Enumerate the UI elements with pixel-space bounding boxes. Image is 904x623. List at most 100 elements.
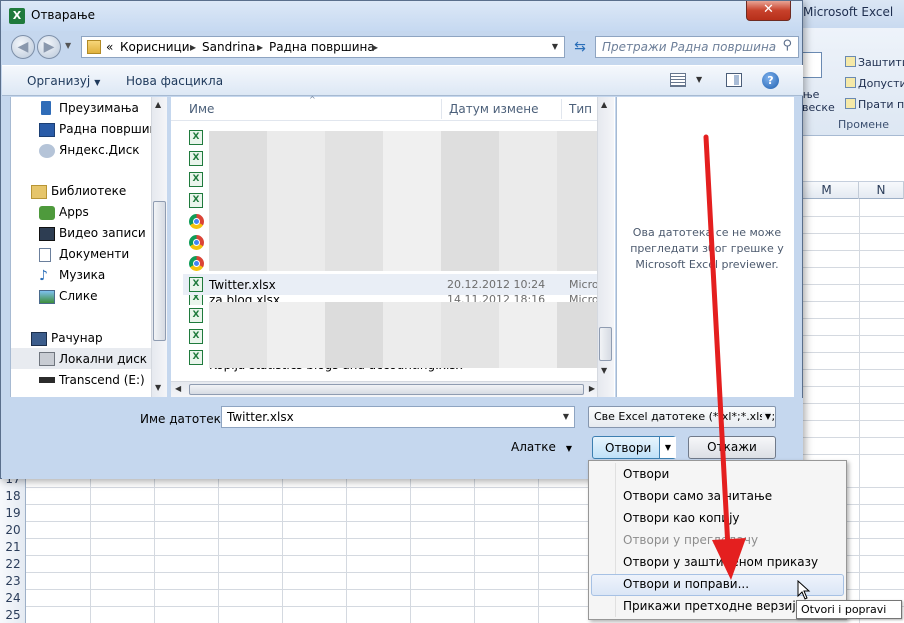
row-header[interactable]: 25	[0, 607, 26, 623]
column-header-m[interactable]: M	[795, 182, 859, 199]
breadcrumb-separator: ▸	[372, 40, 379, 54]
music-icon: ♪	[39, 268, 48, 284]
breadcrumb-user[interactable]: Sandrina	[202, 40, 255, 54]
open-label: Отвори	[605, 441, 652, 455]
scrollbar-thumb[interactable]	[599, 327, 612, 361]
scroll-right-arrow[interactable]: ▶	[589, 384, 595, 393]
column-header-date[interactable]: Датум измене	[449, 102, 539, 116]
column-separator[interactable]	[561, 99, 562, 119]
row-header[interactable]: 23	[0, 573, 26, 590]
search-placeholder: Претражи Радна површина	[602, 40, 777, 54]
horizontal-scrollbar[interactable]: ◀ ▶	[171, 381, 597, 397]
drive-icon	[39, 352, 55, 366]
excel-file-icon: X	[189, 329, 203, 344]
excel-file-icon: X	[189, 277, 203, 292]
redacted-area	[209, 131, 614, 271]
ribbon-protect-label: Заштити	[858, 56, 904, 69]
ribbon-track[interactable]: Прати п	[845, 98, 904, 111]
navigation-scrollbar[interactable]: ▲ ▼	[151, 97, 167, 397]
menu-item-open[interactable]: Отвори	[591, 464, 844, 486]
grid-line	[795, 284, 904, 285]
dialog-title: Отварање	[31, 8, 95, 22]
new-folder-button[interactable]: Нова фасцикла	[126, 74, 223, 88]
column-header-type[interactable]: Тип	[569, 102, 592, 116]
forward-button[interactable]: ▶	[37, 35, 61, 59]
preview-pane-icon[interactable]	[726, 73, 742, 87]
scroll-up-arrow[interactable]: ▲	[155, 100, 161, 109]
menu-item-open-as-copy[interactable]: Отвори као копију	[591, 508, 844, 530]
grid-line	[795, 403, 904, 404]
view-list-icon[interactable]	[670, 73, 686, 87]
cancel-button[interactable]: Откажи	[688, 436, 776, 459]
excel-file-icon: X	[189, 295, 203, 305]
scroll-up-arrow[interactable]: ▲	[601, 100, 607, 109]
row-header[interactable]: 21	[0, 539, 26, 556]
formula-area	[795, 136, 904, 182]
recent-locations-dropdown[interactable]: ▼	[65, 41, 71, 50]
open-options-dropdown[interactable]: ▼	[659, 437, 676, 458]
nav-item-label: Рачунар	[51, 331, 103, 345]
desktop-icon	[39, 123, 55, 137]
share-workbook-icon[interactable]	[800, 52, 822, 78]
organize-button[interactable]: Организуј ▼	[27, 74, 100, 88]
back-button[interactable]: ◀	[11, 35, 35, 59]
refresh-button[interactable]: ⇆	[569, 36, 591, 58]
grid-line	[795, 437, 904, 438]
chevron-down-icon[interactable]: ▼	[563, 412, 569, 421]
row-header[interactable]: 19	[0, 505, 26, 522]
column-header-n[interactable]: N	[859, 182, 904, 199]
open-button[interactable]: Отвори ▼	[592, 436, 676, 459]
tools-button[interactable]: Алатке ▼	[511, 440, 572, 454]
address-dropdown[interactable]: ▼	[552, 42, 558, 51]
mouse-cursor-icon	[797, 580, 811, 600]
menu-item-open-read-only[interactable]: Отвори само за читање	[591, 486, 844, 508]
breadcrumb-overflow[interactable]: «	[106, 40, 113, 54]
filename-label: Име датотеке:	[140, 412, 233, 426]
dialog-titlebar[interactable]: X Отварање ✕	[1, 1, 802, 31]
ribbon-protect[interactable]: Заштити	[845, 56, 904, 69]
yandex-disk-icon	[39, 144, 55, 158]
grid-line	[859, 199, 860, 623]
file-name: Twitter.xlsx	[209, 278, 276, 292]
row-header[interactable]: 20	[0, 522, 26, 539]
close-button[interactable]: ✕	[746, 1, 791, 21]
usb-drive-icon	[39, 377, 55, 383]
file-type-select[interactable]: Све Excel датотеке (*.xl*;*.xlsx;* ▼	[588, 406, 776, 428]
hscrollbar-thumb[interactable]	[189, 384, 584, 395]
scrollbar-thumb[interactable]	[153, 201, 166, 341]
excel-app-icon: X	[9, 8, 25, 24]
grid-line	[795, 335, 904, 336]
search-input[interactable]: Претражи Радна површина ⚲	[595, 36, 799, 58]
ribbon-allow[interactable]: Допусти	[845, 77, 904, 90]
menu-item-open-protected-view[interactable]: Отвори у заштићеном приказу	[591, 552, 844, 574]
breadcrumb-desktop[interactable]: Радна површина	[269, 40, 375, 54]
file-row-selected[interactable]: X Twitter.xlsx 20.12.2012 10:24 Micro	[183, 274, 601, 295]
downloads-icon	[41, 101, 51, 115]
breadcrumb-users[interactable]: Корисници	[120, 40, 190, 54]
address-bar[interactable]: « Корисници ▸ Sandrina ▸ Радна површина …	[81, 36, 565, 58]
redacted-area	[209, 302, 614, 368]
filename-input[interactable]: Twitter.xlsx ▼	[221, 406, 575, 428]
excel-title: Microsoft Excel	[803, 5, 894, 19]
refresh-icon: ⇆	[574, 39, 586, 55]
column-header-name[interactable]: Име	[189, 102, 214, 116]
scroll-left-arrow[interactable]: ◀	[175, 384, 181, 393]
help-icon[interactable]: ?	[762, 72, 779, 89]
view-options-dropdown[interactable]: ▼	[696, 75, 702, 84]
row-header[interactable]: 22	[0, 556, 26, 573]
scroll-down-arrow[interactable]: ▼	[155, 383, 161, 392]
grid-line	[795, 352, 904, 353]
grid-line	[795, 318, 904, 319]
grid-line	[795, 420, 904, 421]
computer-icon	[31, 332, 47, 346]
libraries-icon	[31, 185, 47, 199]
row-header[interactable]: 18	[0, 488, 26, 505]
track-changes-icon	[845, 98, 856, 109]
file-list-scrollbar[interactable]: ▲ ▼	[597, 97, 614, 397]
column-separator[interactable]	[441, 99, 442, 119]
nav-item-local-disk[interactable]: Локални диск (C	[11, 348, 164, 369]
row-header[interactable]: 24	[0, 590, 26, 607]
grid-line	[795, 250, 904, 251]
scroll-down-arrow[interactable]: ▼	[601, 366, 607, 375]
grid-line	[154, 479, 155, 623]
